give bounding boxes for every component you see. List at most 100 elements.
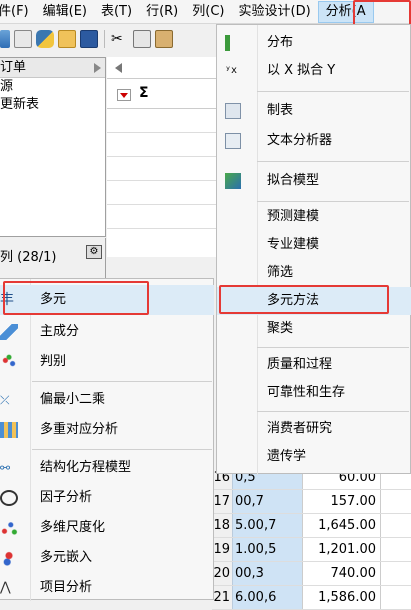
- multivariate-icon: 丰: [0, 292, 14, 308]
- menu-separator: [257, 201, 409, 202]
- cell-empty[interactable]: [380, 490, 411, 513]
- principal-components-icon: [0, 324, 18, 340]
- cell-empty[interactable]: [380, 586, 411, 609]
- cell-value[interactable]: 1,201.00: [302, 538, 380, 561]
- tabulate-icon: [225, 103, 241, 119]
- grid-line: [107, 181, 226, 205]
- cell-key[interactable]: 00,3: [232, 562, 302, 585]
- python-icon[interactable]: [36, 30, 54, 48]
- cell-empty[interactable]: [380, 514, 411, 537]
- menu-item-mca[interactable]: 多重对应分析: [0, 415, 214, 445]
- menu-edit[interactable]: 编辑(E): [36, 0, 94, 24]
- fit-y-by-x-icon: ʸx: [225, 65, 238, 76]
- menu-table[interactable]: 表(T): [94, 0, 139, 24]
- table-row[interactable]: 18 5.00,7 1,645.00: [212, 514, 411, 538]
- table-panel-header: 订单: [0, 58, 105, 78]
- menu-item-fit-model[interactable]: 拟合模型: [217, 167, 411, 195]
- fit-model-icon: [225, 173, 241, 189]
- cell-value[interactable]: 157.00: [302, 490, 380, 513]
- table-panel: 订单 源 更新表: [0, 57, 106, 237]
- menu-separator: [32, 449, 212, 450]
- cell-value[interactable]: 740.00: [302, 562, 380, 585]
- row-menu-dropdown-icon[interactable]: [117, 89, 131, 101]
- menu-item-factor-analysis[interactable]: 因子分析: [0, 483, 214, 513]
- source-item[interactable]: 源: [0, 78, 105, 96]
- table-row[interactable]: 19 1.00,5 1,201.00: [212, 538, 411, 562]
- collapse-right-icon[interactable]: [94, 63, 101, 73]
- new-script-icon[interactable]: [14, 30, 32, 48]
- menu-item-embedding[interactable]: 多元嵌入: [0, 543, 214, 573]
- row-number: 20: [212, 562, 232, 585]
- menu-item-principal-components[interactable]: 主成分: [0, 317, 214, 347]
- text-explorer-icon: [225, 133, 241, 149]
- mds-icon: [0, 520, 18, 536]
- menu-item-multivariate-methods[interactable]: 多元方法: [217, 287, 411, 315]
- row-number: 21: [212, 586, 232, 609]
- sigma-icon[interactable]: Σ: [139, 85, 149, 101]
- grid-column-controls: Σ: [107, 79, 226, 109]
- row-number: 19: [212, 538, 232, 561]
- menu-item-text-explorer[interactable]: 文本分析器: [217, 127, 411, 155]
- cell-empty[interactable]: [380, 538, 411, 561]
- data-table-rows: 16 0,5 60.00 17 00,7 157.00 18 5.00,7 1,…: [212, 466, 411, 610]
- table-name: 订单: [0, 60, 27, 75]
- menu-cols[interactable]: 列(C): [185, 0, 231, 24]
- grid-line: [107, 205, 226, 229]
- menu-item-consumer-research[interactable]: 消费者研究: [217, 415, 411, 443]
- paste-icon[interactable]: [155, 30, 173, 48]
- menu-item-item-analysis[interactable]: ⋀ 项目分析: [0, 573, 214, 603]
- menu-item-quality-process[interactable]: 质量和过程: [217, 351, 411, 379]
- menu-item-multivariate[interactable]: 丰 多元: [0, 285, 214, 315]
- menu-analyze[interactable]: 分析(A: [317, 0, 374, 23]
- menu-item-screening[interactable]: 筛选: [217, 259, 411, 287]
- collapse-left-icon[interactable]: [115, 63, 122, 73]
- save-icon[interactable]: [80, 30, 98, 48]
- gear-icon[interactable]: ⚙: [86, 245, 102, 259]
- menu-item-clustering[interactable]: 聚类: [217, 315, 411, 343]
- menu-item-mds[interactable]: 多维尺度化: [0, 513, 214, 543]
- grid-header: [107, 57, 226, 79]
- cell-key[interactable]: 5.00,7: [232, 514, 302, 537]
- menu-item-sem[interactable]: ⚯ 结构化方程模型: [0, 453, 214, 483]
- menu-item-discriminant[interactable]: 判别: [0, 347, 214, 377]
- cell-value[interactable]: 1,586.00: [302, 586, 380, 609]
- row-number: 18: [212, 514, 232, 537]
- table-row[interactable]: 21 6.00,6 1,586.00: [212, 586, 411, 610]
- new-table-icon[interactable]: [0, 30, 10, 48]
- cell-empty[interactable]: [380, 562, 411, 585]
- cell-key[interactable]: 6.00,6: [232, 586, 302, 609]
- menu-separator: [257, 347, 409, 348]
- cut-icon[interactable]: ✂: [111, 30, 129, 48]
- table-row[interactable]: 17 00,7 157.00: [212, 490, 411, 514]
- copy-icon[interactable]: [133, 30, 151, 48]
- open-folder-icon[interactable]: [58, 30, 76, 48]
- mca-icon: [0, 422, 18, 438]
- toolbar-separator: [104, 30, 105, 48]
- menu-item-predictive-modeling[interactable]: 预测建模: [217, 203, 411, 231]
- multivariate-submenu: 丰 多元 主成分 判别 ⤫ 偏最小二乘 多重对应分析 ⚯ 结构化方程模型 因子分…: [0, 278, 214, 603]
- menu-item-tabulate[interactable]: 制表: [217, 97, 411, 125]
- menu-item-pls[interactable]: ⤫ 偏最小二乘: [0, 385, 214, 415]
- data-grid: Σ: [107, 57, 227, 257]
- cell-key[interactable]: 00,7: [232, 490, 302, 513]
- menu-file[interactable]: 件(F): [0, 0, 36, 24]
- table-row[interactable]: 20 00,3 740.00: [212, 562, 411, 586]
- grid-line: [107, 109, 226, 133]
- item-analysis-icon: ⋀: [0, 580, 11, 595]
- menu-item-distribution[interactable]: 分布: [217, 29, 411, 57]
- update-table-item[interactable]: 更新表: [0, 96, 105, 114]
- menu-item-reliability-survival[interactable]: 可靠性和生存: [217, 379, 411, 407]
- cell-value[interactable]: 1,645.00: [302, 514, 380, 537]
- menu-item-fit-y-by-x[interactable]: ʸx 以 X 拟合 Y: [217, 57, 411, 85]
- menu-item-specialized-modeling[interactable]: 专业建模: [217, 231, 411, 259]
- toolbar: ✂: [0, 25, 220, 53]
- menu-item-genetics[interactable]: 遗传学: [217, 443, 411, 471]
- distribution-icon: [225, 35, 241, 51]
- menu-separator: [257, 91, 409, 92]
- menu-doe[interactable]: 实验设计(D): [232, 0, 318, 24]
- menu-rows[interactable]: 行(R): [139, 0, 185, 24]
- analyze-menu: 分布 ʸx 以 X 拟合 Y 制表 文本分析器 拟合模型 预测建模 专业建模 筛…: [216, 24, 411, 475]
- pls-icon: ⤫: [0, 393, 10, 407]
- columns-count-label: 列 (28/1): [0, 250, 57, 265]
- cell-key[interactable]: 1.00,5: [232, 538, 302, 561]
